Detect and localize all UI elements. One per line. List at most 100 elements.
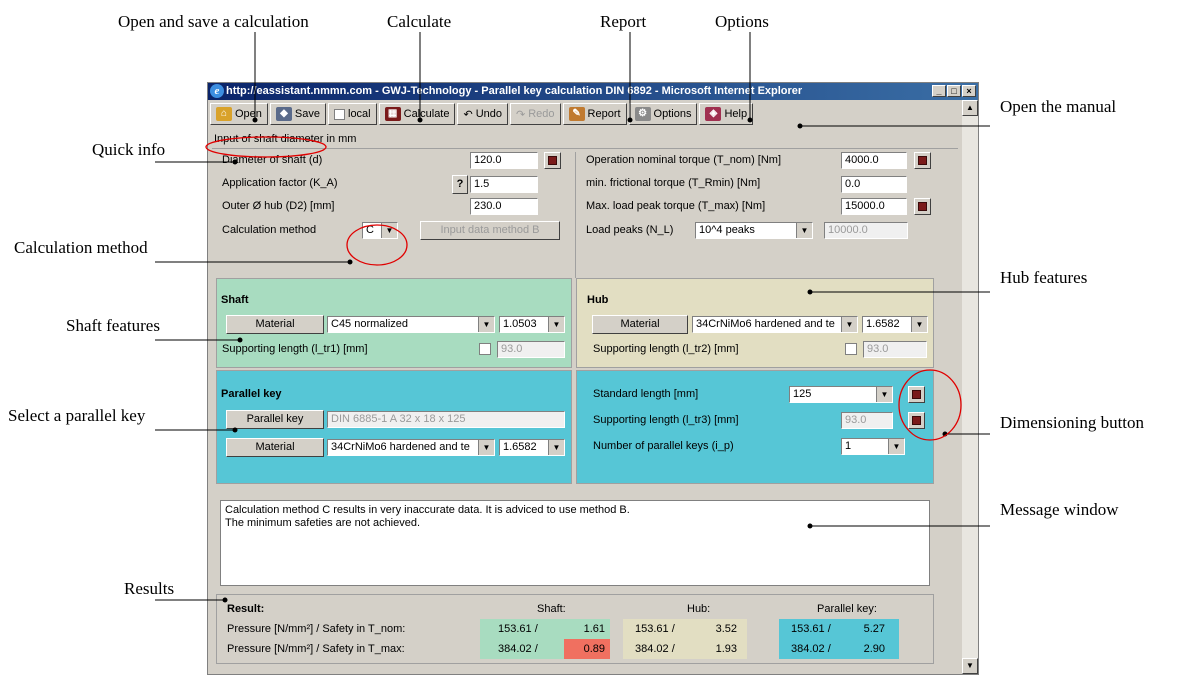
title-bar: e http://eassistant.nmmn.com - GWJ-Techn…: [208, 83, 978, 100]
disk-icon: ◆: [275, 107, 292, 121]
calculator-icon: [912, 416, 921, 425]
annotation-hub-features: Hub features: [1000, 268, 1088, 287]
options-icon: ⚙: [634, 107, 651, 121]
chevron-down-icon: ▼: [548, 440, 564, 455]
shaft-heading: Shaft: [221, 294, 249, 306]
app-content: ⌂ Open ◆ Save local ▦ Calculate ↶ Undo ↷ Redo…: [208, 100, 962, 674]
undo-icon: ↶: [463, 108, 473, 121]
key-count-select[interactable]: 1 ▼: [841, 438, 905, 455]
key-support-dimension-button[interactable]: [908, 412, 925, 429]
options-button[interactable]: ⚙ Options: [628, 103, 698, 125]
load-peaks-select[interactable]: 10^4 peaks ▼: [695, 222, 813, 239]
message-window[interactable]: Calculation method C results in very ina…: [220, 500, 930, 586]
quick-info: Input of shaft diameter in mm: [212, 131, 958, 149]
local-checkbox[interactable]: local: [328, 103, 377, 125]
result-key-max: 384.02 / 2.90: [779, 639, 899, 659]
hub-support-input: 93.0: [863, 341, 927, 358]
annotation-open-save: Open and save a calculation: [118, 12, 309, 31]
parallel-key-designation: DIN 6885-1 A 32 x 18 x 125: [327, 411, 565, 428]
calculator-icon: [918, 202, 927, 211]
annotation-results: Results: [124, 579, 175, 598]
torque-max-calc-button[interactable]: [914, 198, 931, 215]
maximize-icon[interactable]: □: [947, 85, 961, 97]
std-length-dimension-button[interactable]: [908, 386, 925, 403]
result-value: 384.02 /: [498, 643, 538, 655]
torque-max-input[interactable]: 15000.0: [841, 198, 907, 215]
hub-material-select[interactable]: 34CrNiMo6 hardened and te ▼: [692, 316, 858, 333]
help-question-button[interactable]: ?: [452, 175, 468, 194]
parallel-key-dimensions-panel: Standard length [mm] 125 ▼ Supporting len…: [576, 370, 934, 484]
scroll-up-icon[interactable]: ▲: [962, 100, 978, 116]
calc-method-label: Calculation method: [222, 224, 317, 236]
load-peaks-count-input: 10000.0: [824, 222, 908, 239]
parallel-key-panel: Parallel key Parallel key DIN 6885-1 A 3…: [216, 370, 572, 484]
torque-nom-label: Operation nominal torque (T_nom) [Nm]: [586, 154, 782, 166]
diameter-calc-button[interactable]: [544, 152, 561, 169]
minimize-icon[interactable]: _: [932, 85, 946, 97]
annotation-open-manual: Open the manual: [1000, 97, 1117, 116]
key-material-number-select[interactable]: 1.6582 ▼: [499, 439, 565, 456]
ie-icon: e: [210, 84, 224, 98]
parallel-key-button[interactable]: Parallel key: [226, 410, 324, 429]
redo-icon: ↷: [516, 108, 526, 121]
result-safety: 3.52: [715, 623, 737, 635]
open-button[interactable]: ⌂ Open: [210, 103, 268, 125]
result-value: 384.02 /: [791, 643, 831, 655]
chevron-down-icon: ▼: [841, 317, 857, 332]
torque-nom-calc-button[interactable]: [914, 152, 931, 169]
book-icon: ◈: [705, 107, 722, 121]
torque-rmin-input[interactable]: 0.0: [841, 176, 907, 193]
diameter-input[interactable]: 120.0: [470, 152, 538, 169]
scroll-down-icon[interactable]: ▼: [962, 658, 978, 674]
key-count-label: Number of parallel keys (i_p): [593, 440, 734, 452]
chevron-down-icon: ▼: [478, 317, 494, 332]
result-value: 153.61 /: [791, 623, 831, 635]
chevron-down-icon: ▼: [381, 223, 397, 238]
std-length-select[interactable]: 125 ▼: [789, 386, 893, 403]
torque-rmin-label: min. frictional torque (T_Rmin) [Nm]: [586, 177, 761, 189]
diameter-label: Diameter of shaft (d): [222, 154, 323, 166]
undo-button[interactable]: ↶ Undo: [457, 103, 508, 125]
result-safety-warning: 0.89: [564, 639, 610, 659]
folder-icon: ⌂: [216, 107, 232, 121]
outer-hub-input[interactable]: 230.0: [470, 198, 538, 215]
window-controls: _ □ ×: [932, 85, 976, 97]
shaft-support-input: 93.0: [497, 341, 565, 358]
close-icon[interactable]: ×: [962, 85, 976, 97]
vertical-scrollbar[interactable]: ▲ ▼: [961, 100, 978, 674]
annotation-select-key: Select a parallel key: [8, 406, 146, 425]
calc-method-select[interactable]: C ▼: [362, 222, 398, 239]
save-button[interactable]: ◆ Save: [269, 103, 326, 125]
result-hub-max: 384.02 / 1.93: [623, 639, 747, 659]
annotation-dimensioning: Dimensioning button: [1000, 413, 1145, 432]
shaft-material-button[interactable]: Material: [226, 315, 324, 334]
result-col-shaft: Shaft:: [537, 603, 566, 615]
hub-support-label: Supporting length (l_tr2) [mm]: [593, 343, 739, 355]
input-method-b-button[interactable]: Input data method B: [420, 221, 560, 240]
message-line: The minimum safeties are not achieved.: [225, 517, 421, 529]
report-button[interactable]: ✎ Report: [562, 103, 627, 125]
result-safety: 5.27: [863, 623, 885, 635]
hub-material-number-select[interactable]: 1.6582 ▼: [862, 316, 928, 333]
hub-support-checkbox[interactable]: [845, 343, 857, 355]
shaft-support-checkbox[interactable]: [479, 343, 491, 355]
help-button[interactable]: ◈ Help: [699, 103, 754, 125]
calculate-button[interactable]: ▦ Calculate: [378, 103, 456, 125]
shaft-material-select[interactable]: C45 normalized ▼: [327, 316, 495, 333]
shaft-material-number-select[interactable]: 1.0503 ▼: [499, 316, 565, 333]
chevron-down-icon: ▼: [888, 439, 904, 454]
result-safety: 1.61: [583, 623, 605, 635]
redo-button[interactable]: ↷ Redo: [510, 103, 561, 125]
result-safety: 2.90: [863, 643, 885, 655]
key-material-button[interactable]: Material: [226, 438, 324, 457]
result-col-hub: Hub:: [687, 603, 711, 615]
key-material-select[interactable]: 34CrNiMo6 hardened and te ▼: [327, 439, 495, 456]
shaft-panel: Shaft Material C45 normalized ▼ 1.0503 ▼ S…: [216, 278, 572, 368]
result-value: 153.61 /: [635, 623, 675, 635]
hub-material-button[interactable]: Material: [592, 315, 688, 334]
browser-window: e http://eassistant.nmmn.com - GWJ-Techn…: [207, 82, 979, 675]
app-factor-input[interactable]: 1.5: [470, 176, 538, 193]
torque-nom-input[interactable]: 4000.0: [841, 152, 907, 169]
key-support-input: 93.0: [841, 412, 893, 429]
result-shaft-nom: 153.61 / 1.61: [480, 619, 610, 639]
